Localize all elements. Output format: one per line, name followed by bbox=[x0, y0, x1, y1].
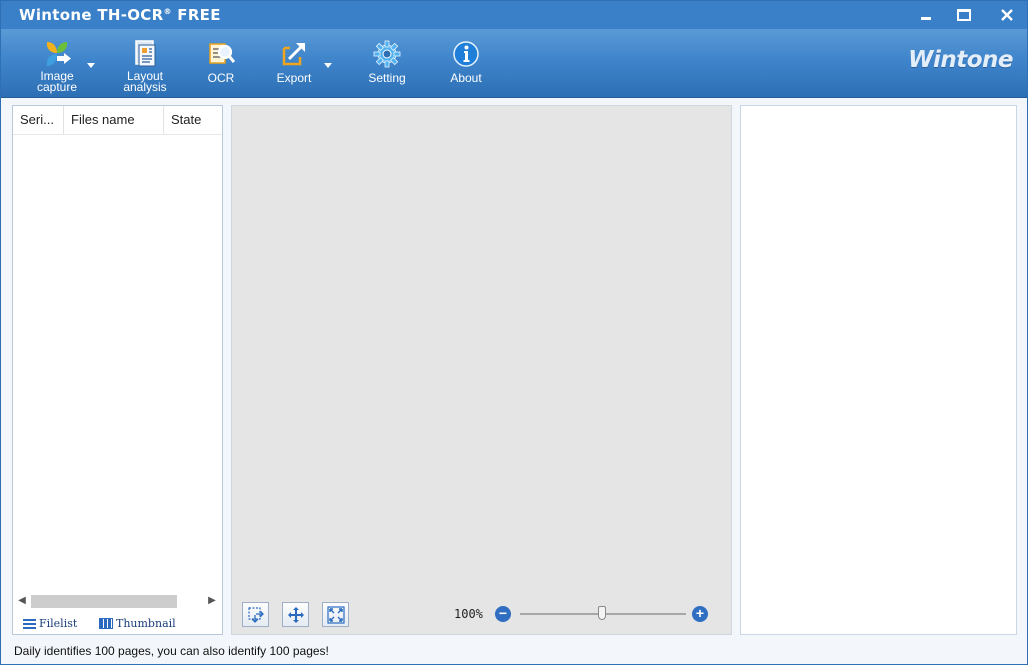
view-tabs: Filelist Thumbnail bbox=[13, 613, 222, 635]
gear-icon bbox=[372, 39, 402, 69]
thumbnail-label: Thumbnail bbox=[116, 617, 176, 630]
status-bar: Daily identifies 100 pages, you can also… bbox=[1, 640, 1027, 664]
fit-screen-icon bbox=[326, 605, 345, 624]
main-toolbar: Image capture Layout analysis OCR Export… bbox=[1, 29, 1027, 98]
image-viewer-panel[interactable]: 100% − + bbox=[231, 105, 732, 635]
file-list-panel: Seri... Files name State ◀ ▶ Filelist Th… bbox=[12, 105, 223, 635]
recognition-result-panel[interactable] bbox=[740, 105, 1017, 635]
fit-to-window-button[interactable] bbox=[322, 602, 349, 627]
status-text: Daily identifies 100 pages, you can also… bbox=[14, 644, 329, 658]
column-serial[interactable]: Seri... bbox=[13, 106, 64, 134]
window-title: Wintone TH-OCR® FREE bbox=[19, 6, 221, 24]
close-button[interactable] bbox=[994, 5, 1020, 25]
minimize-button[interactable] bbox=[913, 5, 939, 25]
setting-label: Setting bbox=[368, 71, 406, 85]
select-region-icon bbox=[247, 606, 264, 623]
layout-analysis-button[interactable]: Layout analysis bbox=[107, 39, 183, 93]
scroll-right-icon[interactable]: ▶ bbox=[207, 596, 217, 606]
list-icon bbox=[23, 618, 36, 630]
image-capture-label: Image capture bbox=[36, 69, 78, 94]
horizontal-scrollbar[interactable]: ◀ ▶ bbox=[13, 593, 222, 610]
layout-analysis-icon bbox=[130, 39, 160, 69]
zoom-in-button[interactable]: + bbox=[692, 606, 708, 622]
export-label: Export bbox=[276, 71, 312, 85]
title-bar[interactable]: Wintone TH-OCR® FREE bbox=[1, 1, 1027, 29]
ocr-icon bbox=[206, 39, 236, 69]
pan-button[interactable] bbox=[282, 602, 309, 627]
zoom-out-button[interactable]: − bbox=[495, 606, 511, 622]
export-button[interactable]: Export bbox=[256, 39, 332, 84]
file-list-header: Seri... Files name State bbox=[13, 106, 222, 135]
app-window: Wintone TH-OCR® FREE Image capture Layou… bbox=[0, 0, 1028, 665]
export-icon bbox=[279, 39, 309, 69]
filelist-label: Filelist bbox=[39, 617, 78, 630]
image-capture-button[interactable]: Image capture bbox=[19, 39, 95, 93]
column-state[interactable]: State bbox=[164, 106, 222, 134]
select-region-button[interactable] bbox=[242, 602, 269, 627]
viewer-toolbar: 100% − + bbox=[232, 599, 731, 633]
close-icon bbox=[1001, 9, 1013, 21]
layout-analysis-label: Layout analysis bbox=[123, 69, 167, 94]
scroll-left-icon[interactable]: ◀ bbox=[17, 596, 27, 606]
filelist-tab[interactable]: Filelist bbox=[23, 617, 77, 630]
maximize-icon bbox=[957, 9, 971, 21]
ocr-button[interactable]: OCR bbox=[183, 39, 259, 84]
zoom-level: 100% bbox=[454, 607, 483, 621]
scrollbar-thumb[interactable] bbox=[31, 595, 177, 608]
info-icon bbox=[451, 39, 481, 69]
image-capture-icon bbox=[42, 39, 72, 69]
zoom-slider-handle[interactable] bbox=[598, 606, 606, 620]
export-dropdown-icon[interactable] bbox=[324, 63, 332, 68]
ocr-label: OCR bbox=[207, 71, 235, 85]
setting-button[interactable]: Setting bbox=[349, 39, 425, 84]
about-label: About bbox=[450, 71, 482, 85]
about-button[interactable]: About bbox=[428, 39, 504, 84]
image-capture-dropdown-icon[interactable] bbox=[87, 63, 95, 68]
move-icon bbox=[287, 606, 304, 623]
thumbnail-tab[interactable]: Thumbnail bbox=[99, 617, 176, 630]
column-files-name[interactable]: Files name bbox=[64, 106, 164, 134]
maximize-button[interactable] bbox=[951, 5, 977, 25]
wintone-logo: Wintone bbox=[908, 47, 1013, 73]
thumbnail-icon bbox=[99, 618, 113, 629]
minimize-icon bbox=[921, 16, 931, 20]
